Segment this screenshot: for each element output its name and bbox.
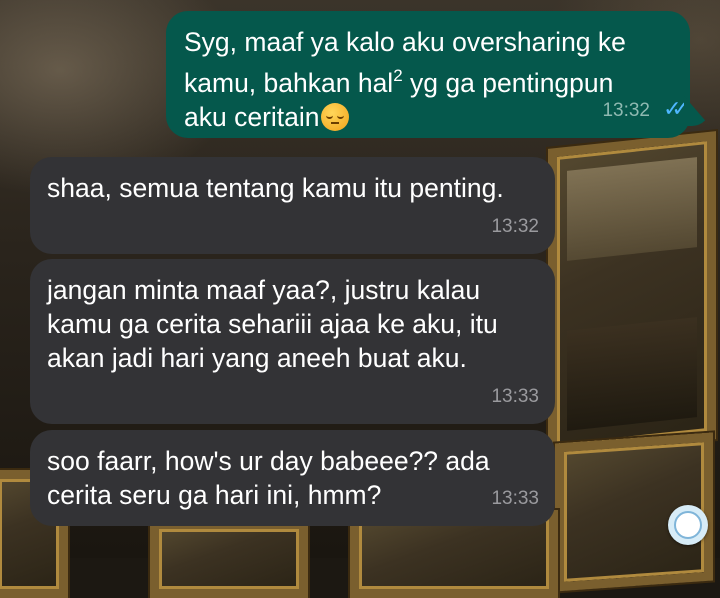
message-line: aku ceritain <box>184 100 672 134</box>
message-line: cerita seru ga hari ini, hmm? <box>47 480 382 510</box>
watermark-badge-icon <box>674 511 702 539</box>
incoming-message[interactable]: jangan minta maaf yaa?, justru kalau kam… <box>30 259 555 424</box>
message-line: akan jadi hari yang aneeh buat aku. <box>47 343 467 373</box>
message-line: kamu ga cerita sehariii ajaa ke aku, itu <box>47 309 498 339</box>
message-line: Syg, maaf ya kalo aku oversharing ke <box>184 27 626 57</box>
pensive-face-icon <box>320 103 349 131</box>
incoming-message[interactable]: shaa, semua tentang kamu itu penting. 13… <box>30 157 555 254</box>
message-line: kamu, bahkan hal2 yg ga pentingpun <box>184 66 614 98</box>
message-line: shaa, semua tentang kamu itu penting. <box>47 173 504 203</box>
incoming-message[interactable]: soo faarr, how's ur day babeee?? ada cer… <box>30 430 555 526</box>
message-line: soo faarr, how's ur day babeee?? ada <box>47 446 490 476</box>
watermark-badge-button[interactable] <box>668 505 708 545</box>
read-receipt-icon: ✓✓ <box>663 96 690 121</box>
superscript: 2 <box>393 66 403 85</box>
message-timestamp: 13:33 <box>491 488 539 509</box>
wallpaper-painting <box>150 520 308 598</box>
message-timestamp: 13:32 <box>491 216 539 237</box>
wallpaper-painting <box>548 131 716 457</box>
message-line: jangan minta maaf yaa?, justru kalau <box>47 275 481 305</box>
outgoing-message[interactable]: Syg, maaf ya kalo aku oversharing ke kam… <box>166 11 690 138</box>
message-timestamp: 13:32 <box>602 100 650 121</box>
message-timestamp: 13:33 <box>491 386 539 407</box>
